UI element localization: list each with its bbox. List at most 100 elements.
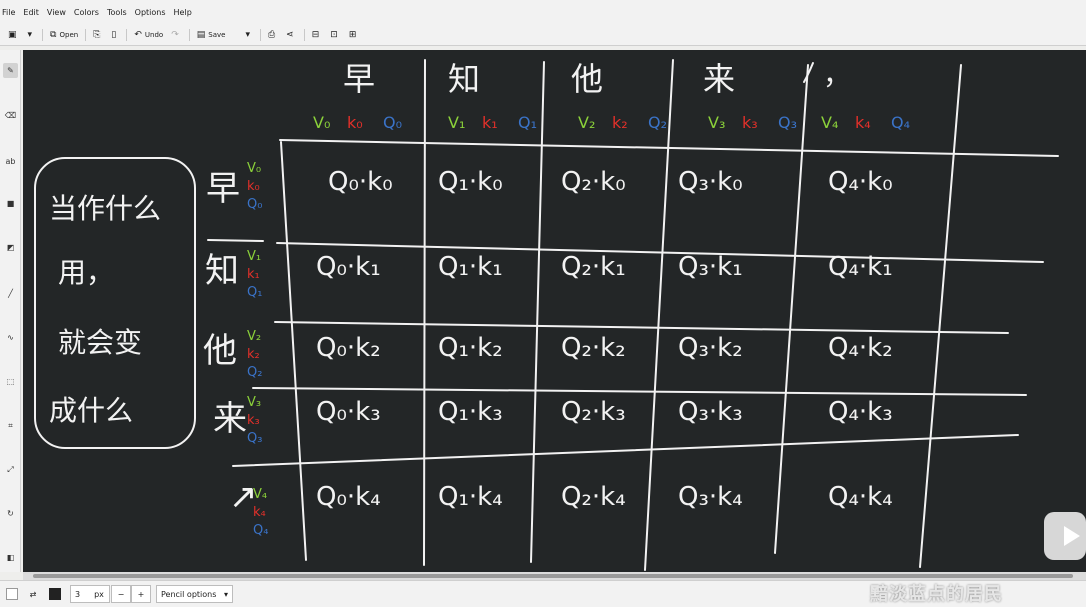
print-icon: ⎙ (267, 29, 276, 40)
menu-file[interactable]: File (2, 8, 15, 17)
selection-tool-icon[interactable]: ⬚ (3, 374, 18, 389)
tool-sidebar: ✎ ⌫ ab ■ ◩ ╱ ∿ ⬚ ⌗ ⤢ ↻ ◧ (0, 50, 21, 572)
new-image-button[interactable]: ▣ (4, 26, 24, 44)
header-var-3-1: k₃ (742, 113, 758, 132)
white-swatch-icon (6, 588, 18, 600)
header-var-2-0: V₂ (578, 113, 595, 132)
menu-bar: File Edit View Colors Tools Options Help (0, 0, 1086, 24)
header-var-0-0: V₀ (313, 113, 330, 132)
cell-3-2: Q₂·k₃ (561, 397, 626, 427)
row-var-3-2: Q₃ (247, 431, 262, 446)
toolbar-separator (303, 28, 305, 41)
note-line-3: 就会变 (58, 326, 142, 359)
save-button[interactable]: ▤ Save (193, 26, 230, 44)
swap-colors-button[interactable]: ⇄ (24, 585, 42, 603)
menu-colors[interactable]: Colors (74, 8, 99, 17)
video-play-icon[interactable] (1044, 512, 1086, 560)
row-var-1-0: V₁ (247, 249, 261, 264)
save-dropdown-button[interactable]: ▾ (241, 26, 257, 44)
row-word-1: 知 (205, 251, 239, 291)
rotate-tool-icon[interactable]: ↻ (3, 506, 18, 521)
crop-tool-icon[interactable]: ⌗ (3, 418, 18, 433)
cell-3-0: Q₀·k₃ (316, 397, 381, 427)
cell-1-0: Q₀·k₁ (316, 252, 381, 282)
row-var-4-0: V₄ (253, 487, 267, 502)
zoom-fit-button[interactable]: ⊡ (326, 26, 345, 44)
chevron-down-icon: ▾ (245, 29, 250, 40)
cell-1-3: Q₃·k₁ (678, 252, 743, 282)
fill-tool-icon[interactable]: ◩ (3, 240, 18, 255)
color-swatch-black[interactable] (46, 585, 64, 603)
open-button[interactable]: ⧉ Open (46, 26, 82, 44)
header-word-3: 来 (703, 60, 735, 98)
redo-button[interactable]: ↷ (167, 26, 186, 44)
grid-line-row-1 (276, 242, 1044, 263)
cell-2-0: Q₀·k₂ (316, 333, 381, 363)
print-button[interactable]: ⎙ (264, 26, 282, 44)
cell-1-2: Q₂·k₁ (561, 252, 626, 282)
toolbar-separator (259, 28, 261, 41)
menu-edit[interactable]: Edit (23, 8, 39, 17)
zoom-out-button[interactable]: ⊟ (308, 26, 327, 44)
paste-button[interactable]: ⎘ (89, 26, 107, 44)
open-icon: ⧉ (50, 29, 57, 40)
header-var-1-2: Q₁ (518, 113, 537, 132)
save-label: Save (208, 30, 226, 39)
cell-4-2: Q₂·k₄ (561, 482, 626, 512)
new-dropdown-button[interactable]: ▾ (24, 26, 40, 44)
grid-line-row-2 (274, 321, 1009, 334)
row-var-1-2: Q₁ (247, 285, 262, 300)
redo-icon: ↷ (171, 29, 179, 40)
header-var-3-2: Q₃ (778, 113, 797, 132)
color-swatch-white[interactable] (4, 585, 20, 603)
row-var-0-1: k₀ (247, 179, 260, 194)
swap-icon: ⇄ (29, 589, 37, 599)
scale-tool-icon[interactable]: ⤢ (3, 462, 18, 477)
drawing-canvas[interactable]: 当作什么 用， 就会变 成什么 早 V₀ k₀ Q₀ 知 V₁ k₁ Q₁ 他 V₂ k₂ Q₂ 来 V₃… (23, 50, 1086, 572)
row-var-2-1: k₂ (247, 347, 260, 362)
size-decrease-button[interactable]: − (111, 585, 131, 603)
trash-icon: ▯ (111, 29, 117, 40)
undo-label: Undo (144, 30, 164, 39)
scrollbar-thumb[interactable] (33, 574, 1073, 578)
menu-tools[interactable]: Tools (107, 8, 127, 17)
grid-col-5 (919, 64, 962, 568)
grid-col-3 (644, 59, 674, 571)
rectangle-tool-icon[interactable]: ■ (3, 196, 18, 211)
toolbar-separator (188, 28, 190, 41)
header-var-4-2: Q₄ (891, 113, 910, 132)
menu-help[interactable]: Help (174, 8, 192, 17)
filters-tool-icon[interactable]: ◧ (3, 550, 18, 565)
row-var-0-0: V₀ (247, 161, 261, 176)
menu-options[interactable]: Options (135, 8, 166, 17)
zoom-out-icon: ⊟ (311, 29, 320, 40)
eraser-tool-icon[interactable]: ⌫ (3, 108, 18, 123)
zoom-in-button[interactable]: ⊞ (345, 26, 364, 44)
paste-icon: ⎘ (93, 29, 101, 40)
text-tool-icon[interactable]: ab (3, 154, 18, 169)
cell-4-4: Q₄·k₄ (828, 482, 893, 512)
curve-tool-icon[interactable]: ∿ (3, 330, 18, 345)
undo-button[interactable]: ↶ Undo (130, 26, 167, 44)
header-word-1: 知 (448, 60, 480, 98)
delete-button[interactable]: ▯ (107, 26, 123, 44)
size-increase-button[interactable]: + (131, 585, 151, 603)
line-tool-icon[interactable]: ╱ (3, 286, 18, 301)
tool-size-value: 3 (75, 589, 81, 599)
cell-0-0: Q₀·k₀ (328, 167, 393, 197)
pencil-options-button[interactable]: Pencil options ▾ (156, 585, 233, 603)
undo-icon: ↶ (134, 29, 142, 40)
cell-0-2: Q₂·k₀ (561, 167, 626, 197)
black-swatch-icon (49, 588, 61, 600)
header-var-1-0: V₁ (448, 113, 465, 132)
note-text: 当作什么 用， 就会变 成什么 (49, 192, 161, 427)
cell-2-1: Q₁·k₂ (438, 333, 503, 363)
share-button[interactable]: ⋖ (282, 26, 301, 44)
pencil-tool-icon[interactable]: ✎ (3, 63, 18, 78)
column-headers: 早 V₀ k₀ Q₀ 知 V₁ k₁ Q₁ 他 V₂ k₂ Q₂ 来 V₃ k₃ Q₃ ， V₄ k₄ Q₄ (313, 58, 910, 132)
horizontal-scrollbar[interactable] (23, 572, 1086, 580)
menu-view[interactable]: View (47, 8, 66, 17)
grid-col-1 (423, 59, 426, 566)
row-var-0-2: Q₀ (247, 197, 262, 212)
grid-col-0 (280, 141, 307, 561)
